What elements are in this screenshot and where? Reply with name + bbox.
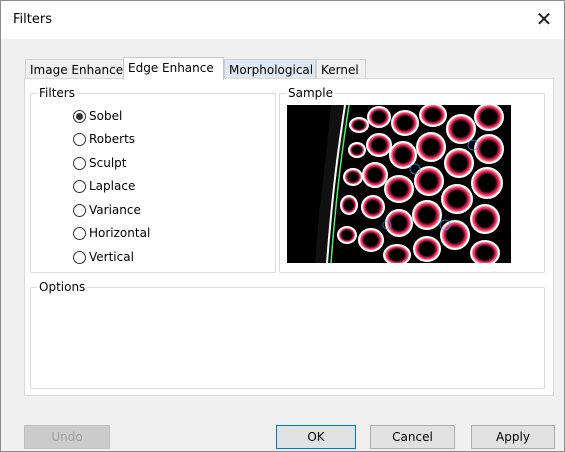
- filters-group: Filters Sobel Roberts Sculpt Laplace Var…: [30, 86, 276, 273]
- radio-icon: [73, 156, 86, 170]
- close-icon[interactable]: ✕: [532, 7, 556, 31]
- radio-icon: [73, 250, 86, 264]
- radio-icon: [73, 109, 86, 123]
- tab-morphological[interactable]: Morphological: [224, 59, 316, 79]
- sample-group: Sample: [279, 86, 545, 273]
- radio-label: Variance: [89, 203, 141, 217]
- radio-label: Vertical: [89, 250, 134, 264]
- title-bar: Filters ✕: [1, 1, 564, 39]
- tab-label: Image Enhance: [30, 63, 124, 77]
- tab-edge-enhance[interactable]: Edge Enhance: [123, 57, 224, 80]
- options-group: Options: [30, 280, 545, 389]
- apply-button[interactable]: Apply: [471, 425, 555, 449]
- radio-label: Sculpt: [89, 156, 127, 170]
- radio-icon: [73, 179, 86, 193]
- radio-laplace[interactable]: Laplace: [73, 177, 135, 195]
- undo-button-label: Undo: [51, 430, 83, 444]
- radio-vertical[interactable]: Vertical: [73, 248, 134, 266]
- radio-label: Laplace: [89, 179, 136, 193]
- apply-button-label: Apply: [496, 430, 530, 444]
- filters-group-label: Filters: [37, 86, 77, 100]
- radio-label: Roberts: [89, 132, 136, 146]
- ok-button[interactable]: OK: [276, 425, 356, 449]
- radio-sobel[interactable]: Sobel: [73, 107, 122, 125]
- radio-label: Sobel: [89, 109, 123, 123]
- tab-panel: Filters Sobel Roberts Sculpt Laplace Var…: [24, 78, 554, 396]
- radio-roberts[interactable]: Roberts: [73, 130, 135, 148]
- sample-image: [287, 105, 511, 263]
- tab-label: Kernel: [321, 63, 359, 77]
- radio-icon: [73, 203, 86, 217]
- radio-variance[interactable]: Variance: [73, 201, 141, 219]
- radio-icon: [73, 132, 86, 146]
- tab-image-enhance[interactable]: Image Enhance: [25, 59, 124, 79]
- edge-sample-graphic: [287, 105, 511, 263]
- undo-button[interactable]: Undo: [24, 425, 110, 449]
- cancel-button[interactable]: Cancel: [370, 425, 455, 449]
- tab-kernel[interactable]: Kernel: [316, 59, 366, 79]
- cancel-button-label: Cancel: [392, 430, 433, 444]
- ok-button-label: OK: [307, 430, 325, 444]
- radio-sculpt[interactable]: Sculpt: [73, 154, 126, 172]
- options-group-label: Options: [37, 280, 88, 294]
- tab-label: Edge Enhance: [128, 61, 214, 75]
- sample-group-label: Sample: [286, 86, 335, 100]
- radio-icon: [73, 226, 86, 240]
- radio-label: Horizontal: [89, 226, 151, 240]
- tab-label: Morphological: [229, 63, 314, 77]
- window-title: Filters: [13, 12, 52, 27]
- radio-horizontal[interactable]: Horizontal: [73, 224, 150, 242]
- filters-dialog: Filters ✕ Image Enhance Edge Enhance Mor…: [0, 0, 565, 452]
